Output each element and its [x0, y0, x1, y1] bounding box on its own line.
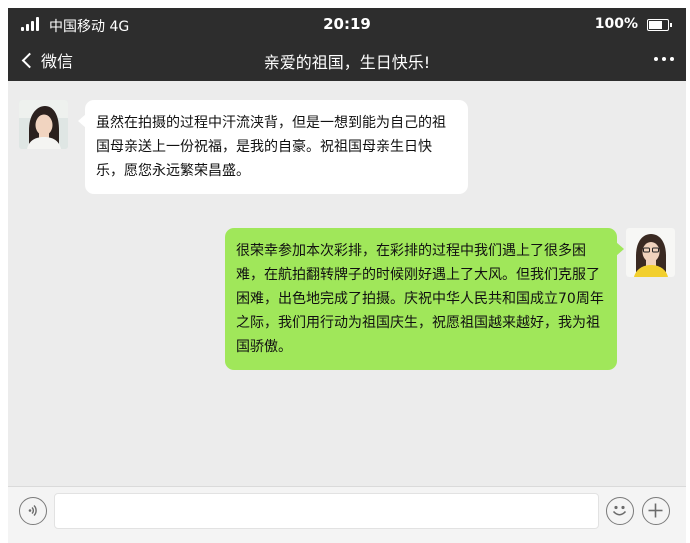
emoji-icon: [612, 505, 627, 516]
plus-icon: [648, 503, 663, 518]
voice-icon: [28, 505, 37, 516]
avatar-right[interactable]: [626, 228, 675, 277]
status-bar: 中国移动 4G 20:19 100%: [8, 8, 686, 40]
more-button[interactable]: [654, 57, 674, 61]
more-icon: [654, 57, 658, 61]
message-text: 很荣幸参加本次彩排，在彩排的过程中我们遇上了很多困难，在航拍翻转牌子的时候刚好遇…: [236, 243, 604, 355]
message-input[interactable]: [54, 493, 599, 529]
add-button[interactable]: [642, 497, 670, 525]
input-bar: [8, 486, 686, 543]
emoji-button[interactable]: [606, 497, 634, 525]
chat-title: 亲爱的祖国，生日快乐!: [263, 53, 431, 72]
avatar-left[interactable]: [19, 100, 68, 149]
message-text: 虽然在拍摄的过程中汗流浃背，但是一想到能为自己的祖国母亲送上一份祝福，是我的自豪…: [96, 115, 446, 179]
message-bubble-right[interactable]: 很荣幸参加本次彩排，在彩排的过程中我们遇上了很多困难，在航拍翻转牌子的时候刚好遇…: [225, 228, 624, 370]
message-bubble-left[interactable]: 虽然在拍摄的过程中汗流浃背，但是一想到能为自己的祖国母亲送上一份祝福，是我的自豪…: [78, 100, 468, 194]
battery-fill: [649, 21, 662, 29]
header: 中国移动 4G 20:19 100% 微信 亲爱的祖国，生日快乐!: [8, 8, 686, 81]
nav-bar: 微信 亲爱的祖国，生日快乐!: [8, 40, 686, 81]
voice-button[interactable]: [19, 497, 47, 525]
chat-screen: 中国移动 4G 20:19 100% 微信 亲爱的祖国，生日快乐! 虽然在拍摄的…: [8, 8, 686, 543]
status-time: 20:19: [323, 15, 371, 33]
battery-percent: 100%: [594, 16, 638, 32]
battery-icon: [647, 19, 672, 31]
